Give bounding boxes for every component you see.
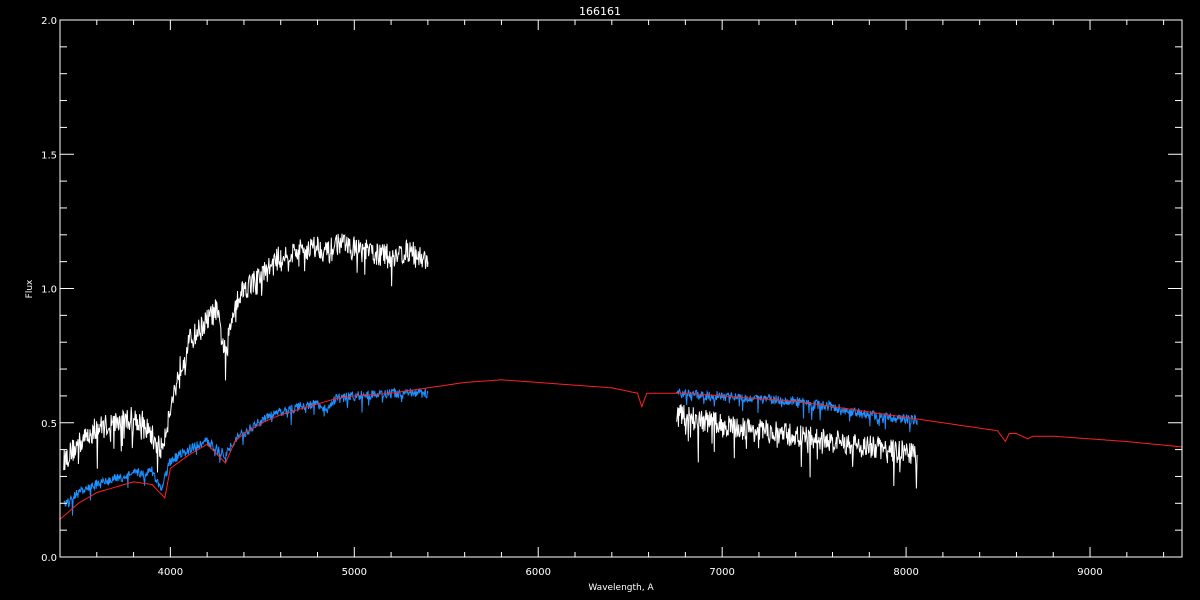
x-tick-label: 7000: [709, 567, 734, 578]
x-tick-label: 6000: [526, 567, 551, 578]
y-axis-ticks: 0.0 0.5 1.0 1.5 2.0: [41, 16, 1182, 564]
y-tick-label: 2.0: [41, 16, 57, 27]
x-axis-ticks: 4000 5000 6000 7000 8000 9000: [59, 20, 1165, 578]
x-tick-label: 8000: [893, 567, 918, 578]
y-tick-label: 1.5: [41, 150, 57, 161]
y-tick-label: 1.0: [41, 285, 57, 296]
x-tick-label: 9000: [1077, 567, 1102, 578]
spectrum-chart: 166161 4000 5000 6000 7000 8000 9000 0.0 0.5 1.…: [25, 5, 1183, 593]
series-layer: [59, 233, 1183, 558]
x-tick-label: 5000: [342, 567, 367, 578]
chart-title: 166161: [579, 5, 621, 18]
y-tick-label: 0.0: [41, 553, 57, 564]
x-tick-label: 4000: [158, 567, 183, 578]
x-axis-label: Wavelength, A: [588, 583, 654, 593]
y-axis-label: Flux: [25, 279, 35, 298]
series-1-line-0: [63, 387, 429, 516]
plot-frame: [59, 19, 1183, 558]
y-tick-label: 0.5: [41, 419, 57, 430]
